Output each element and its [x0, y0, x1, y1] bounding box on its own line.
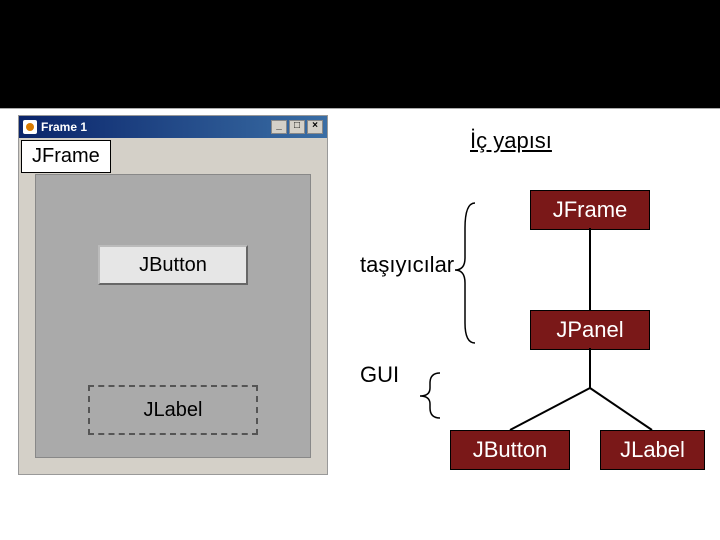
- jframe-label-callout: JFrame: [21, 140, 111, 173]
- close-button[interactable]: ×: [307, 120, 323, 134]
- node-jframe: JFrame: [530, 190, 650, 230]
- hierarchy-title: İç yapısı: [470, 128, 552, 154]
- banner-divider: [0, 108, 720, 109]
- top-black-banner: [0, 0, 720, 108]
- minimize-button[interactable]: _: [271, 120, 287, 134]
- swing-window: Frame 1 _ □ × JFrame JPanel JButton JLab…: [18, 115, 328, 475]
- node-jbutton: JButton: [450, 430, 570, 470]
- java-icon: [23, 120, 37, 134]
- jlabel-example: JLabel: [88, 385, 258, 435]
- gui-label: GUI: [360, 362, 399, 388]
- window-title: Frame 1: [41, 120, 87, 134]
- jpanel-area: JButton JLabel: [35, 174, 311, 458]
- client-area: JFrame JPanel JButton JLabel: [21, 138, 325, 472]
- jbutton-example[interactable]: JButton: [98, 245, 248, 285]
- node-jlabel: JLabel: [600, 430, 705, 470]
- node-jpanel: JPanel: [530, 310, 650, 350]
- title-bar-buttons: _ □ ×: [271, 120, 323, 134]
- containers-label: taşıyıcılar: [360, 252, 454, 278]
- title-bar[interactable]: Frame 1 _ □ ×: [19, 116, 327, 138]
- maximize-button[interactable]: □: [289, 120, 305, 134]
